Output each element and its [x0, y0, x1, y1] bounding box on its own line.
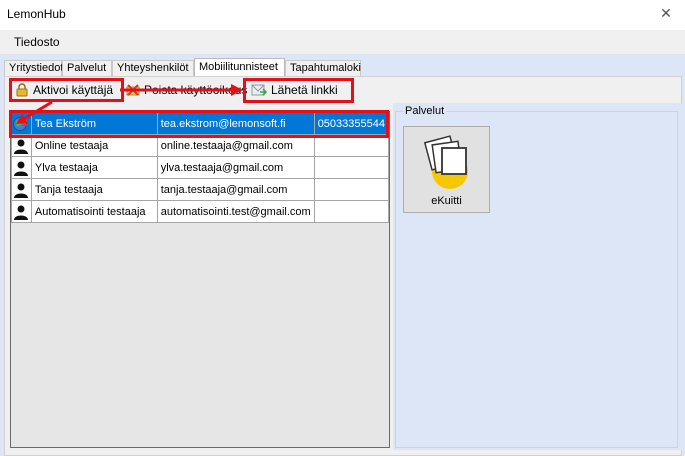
remove-access-icon [126, 84, 140, 96]
user-icon [13, 182, 29, 198]
user-name-cell: Tanja testaaja [30, 178, 158, 201]
table-row[interactable]: Tanja testaaja tanja.testaaja@gmail.com [11, 178, 390, 201]
tab-services[interactable]: Palvelut [62, 60, 112, 76]
send-link-label: Lähetä linkki [271, 83, 338, 97]
service-label-ekuitti: eKuitti [431, 195, 462, 207]
users-table: Tea Ekström tea.ekstrom@lemonsoft.fi 05033… [11, 112, 390, 223]
service-tile-ekuitti[interactable]: eKuitti [403, 126, 490, 213]
row-icon-cell [11, 200, 32, 223]
send-link-icon [251, 84, 267, 96]
table-row[interactable]: Ylva testaaja ylva.testaaja@gmail.com [11, 156, 390, 179]
ekuitti-icon [423, 135, 468, 189]
row-icon-cell [11, 134, 32, 157]
user-phone-cell [313, 134, 390, 157]
table-row[interactable]: Tea Ekström tea.ekstrom@lemonsoft.fi 05033… [11, 112, 390, 135]
user-icon [13, 138, 29, 154]
user-email-cell: automatisointi.test@gmail.com [156, 200, 315, 223]
user-email-cell: ylva.testaaja@gmail.com [156, 156, 315, 179]
user-name-cell: Online testaaja [30, 134, 158, 157]
user-email-cell: tea.ekstrom@lemonsoft.fi [156, 112, 315, 135]
tab-company-info[interactable]: Yritystiedot [4, 60, 63, 76]
menu-bar: Tiedosto [0, 30, 685, 54]
users-grid[interactable]: Tea Ekström tea.ekstrom@lemonsoft.fi 05033… [10, 111, 390, 448]
services-title: Palvelut [403, 105, 447, 117]
user-icon [13, 204, 29, 220]
window-title: LemonHub [7, 7, 66, 21]
title-bar: LemonHub ✕ [0, 0, 685, 30]
user-phone-cell [313, 200, 390, 223]
user-name-cell: Tea Ekström [30, 112, 158, 135]
services-group: Palvelut eKuitti [393, 103, 683, 450]
tab-mobile-identifiers[interactable]: Mobiilitunnisteet [194, 58, 285, 77]
globe-user-icon [13, 116, 29, 132]
table-row[interactable]: Online testaaja online.testaaja@gmail.com [11, 134, 390, 157]
menu-item-file[interactable]: Tiedosto [14, 35, 60, 49]
activate-user-button[interactable]: Aktivoi käyttäjä [11, 79, 117, 101]
user-name-cell: Automatisointi testaaja [30, 200, 158, 223]
table-row[interactable]: Automatisointi testaaja automatisointi.te… [11, 200, 390, 223]
send-link-button[interactable]: Lähetä linkki [247, 79, 342, 101]
remove-access-button[interactable]: Poista käyttöoikeus [122, 79, 251, 101]
remove-access-label: Poista käyttöoikeus [144, 83, 248, 97]
user-icon [13, 160, 29, 176]
user-phone-cell: 05033355544 [313, 112, 390, 135]
user-phone-cell [313, 156, 390, 179]
row-icon-cell [11, 178, 32, 201]
user-phone-cell [313, 178, 390, 201]
activate-user-label: Aktivoi käyttäjä [33, 83, 114, 97]
user-email-cell: online.testaaja@gmail.com [156, 134, 315, 157]
user-name-cell: Ylva testaaja [30, 156, 158, 179]
user-email-cell: tanja.testaaja@gmail.com [156, 178, 315, 201]
row-icon-cell [11, 112, 32, 135]
lock-icon [16, 83, 28, 97]
row-icon-cell [11, 156, 32, 179]
tab-event-log[interactable]: Tapahtumaloki [285, 60, 361, 76]
tab-contacts[interactable]: Yhteyshenkilöt [112, 60, 194, 76]
close-icon[interactable]: ✕ [659, 6, 673, 20]
